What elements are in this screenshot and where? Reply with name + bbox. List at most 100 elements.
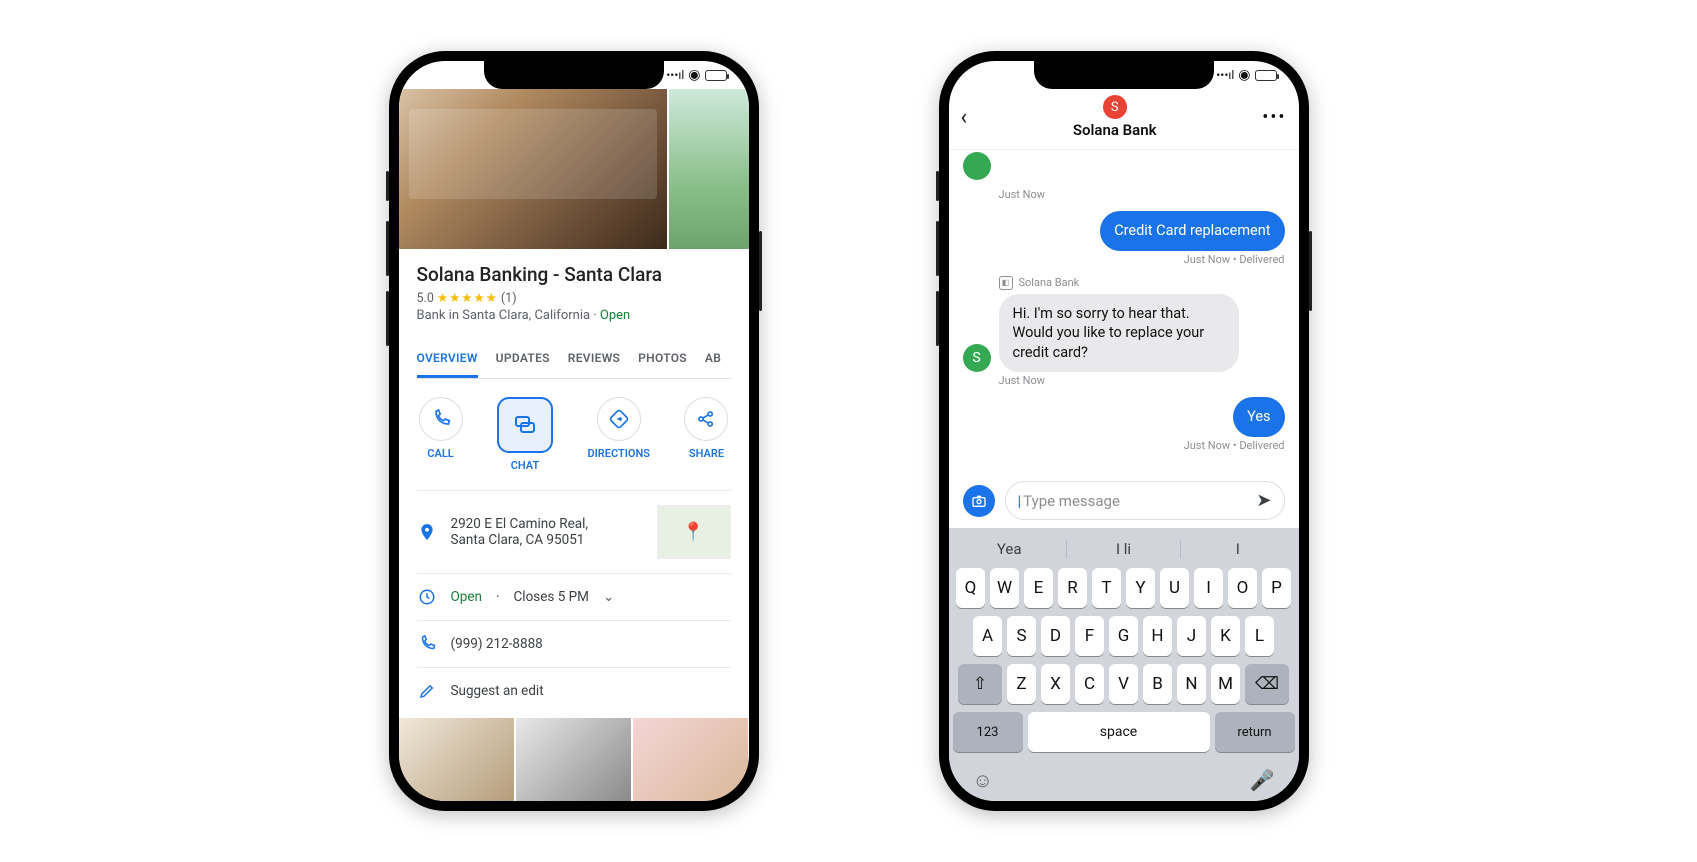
text-cursor: | bbox=[1018, 492, 1022, 510]
keyboard-row: QWERTYUIOP bbox=[953, 568, 1295, 608]
chat-thread[interactable]: Just Now Credit Card replacement Just No… bbox=[949, 150, 1299, 473]
share-icon bbox=[696, 409, 716, 429]
timestamp: Just Now • Delivered bbox=[963, 253, 1285, 266]
key-g[interactable]: G bbox=[1109, 616, 1138, 656]
tab-updates[interactable]: UPDATES bbox=[496, 341, 550, 378]
emoji-key[interactable]: ☺ bbox=[973, 768, 993, 793]
send-button[interactable]: ➤ bbox=[1256, 490, 1271, 511]
keyboard: Yea I li I QWERTYUIOP ASDFGHJKL ⇧ ZXCVBN… bbox=[949, 528, 1299, 801]
key-a[interactable]: A bbox=[973, 616, 1002, 656]
message-input[interactable]: | Type message ➤ bbox=[1005, 481, 1285, 520]
tab-reviews[interactable]: REVIEWS bbox=[568, 341, 620, 378]
space-key[interactable]: space bbox=[1028, 712, 1210, 752]
signal-icon: •••ıl bbox=[666, 68, 684, 82]
wifi-icon: ◉ bbox=[1238, 67, 1250, 83]
key-d[interactable]: D bbox=[1041, 616, 1070, 656]
key-j[interactable]: J bbox=[1177, 616, 1206, 656]
photo-thumb[interactable] bbox=[399, 718, 514, 801]
user-message: Yes bbox=[1233, 397, 1284, 437]
hero-main-photo[interactable] bbox=[399, 89, 667, 249]
keyboard-suggestions: Yea I li I bbox=[953, 534, 1295, 568]
timestamp: Just Now bbox=[963, 188, 1285, 201]
map-thumbnail[interactable] bbox=[657, 505, 731, 559]
key-t[interactable]: T bbox=[1092, 568, 1121, 608]
agent-message: Hi. I'm so sorry to hear that. Would you… bbox=[999, 294, 1239, 373]
phone-row[interactable]: (999) 212-8888 bbox=[417, 620, 731, 667]
pencil-icon bbox=[417, 682, 437, 700]
backspace-key[interactable]: ⌫ bbox=[1245, 664, 1289, 704]
more-button[interactable]: ••• bbox=[1262, 107, 1286, 128]
key-m[interactable]: M bbox=[1211, 664, 1240, 704]
bot-icon: ◧ bbox=[999, 276, 1013, 290]
key-l[interactable]: L bbox=[1245, 616, 1274, 656]
tab-overview[interactable]: OVERVIEW bbox=[417, 341, 478, 378]
key-c[interactable]: C bbox=[1075, 664, 1104, 704]
keyboard-row: ASDFGHJKL bbox=[953, 616, 1295, 656]
chat-title: Solana Bank bbox=[1073, 121, 1157, 139]
key-w[interactable]: W bbox=[990, 568, 1019, 608]
tab-photos[interactable]: PHOTOS bbox=[638, 341, 687, 378]
key-k[interactable]: K bbox=[1211, 616, 1240, 656]
key-x[interactable]: X bbox=[1041, 664, 1070, 704]
camera-button[interactable] bbox=[963, 485, 995, 517]
category-row: Bank in Santa Clara, California · Open bbox=[417, 308, 731, 323]
tab-about[interactable]: AB bbox=[705, 341, 721, 378]
key-n[interactable]: N bbox=[1177, 664, 1206, 704]
agent-label: ◧ Solana Bank bbox=[963, 276, 1285, 290]
dictation-key[interactable]: 🎤 bbox=[1250, 768, 1275, 793]
battery-icon bbox=[705, 70, 727, 81]
key-u[interactable]: U bbox=[1160, 568, 1189, 608]
photo-thumb[interactable] bbox=[516, 718, 631, 801]
phone-mockup-left: •••ıl ◉ Solana Banking - Santa Clara 5.0… bbox=[389, 51, 759, 811]
key-e[interactable]: E bbox=[1024, 568, 1053, 608]
chat-header: ‹ S Solana Bank ••• bbox=[949, 89, 1299, 150]
address-row[interactable]: 2920 E El Camino Real, Santa Clara, CA 9… bbox=[417, 490, 731, 573]
hero-side-photo[interactable] bbox=[669, 89, 749, 249]
user-message: Credit Card replacement bbox=[1100, 211, 1284, 251]
photo-thumb[interactable] bbox=[633, 718, 748, 801]
key-r[interactable]: R bbox=[1058, 568, 1087, 608]
key-v[interactable]: V bbox=[1109, 664, 1138, 704]
header-avatar[interactable]: S bbox=[1103, 95, 1127, 119]
clock-icon bbox=[417, 588, 437, 606]
signal-icon: •••ıl bbox=[1216, 68, 1234, 82]
key-b[interactable]: B bbox=[1143, 664, 1172, 704]
key-q[interactable]: Q bbox=[956, 568, 985, 608]
message-composer: | Type message ➤ bbox=[949, 473, 1299, 528]
call-button[interactable]: CALL bbox=[419, 397, 463, 472]
key-f[interactable]: F bbox=[1075, 616, 1104, 656]
key-s[interactable]: S bbox=[1007, 616, 1036, 656]
share-button[interactable]: SHARE bbox=[684, 397, 728, 472]
listing-tabs: OVERVIEW UPDATES REVIEWS PHOTOS AB bbox=[417, 341, 731, 379]
directions-icon bbox=[609, 409, 629, 429]
back-button[interactable]: ‹ bbox=[961, 105, 968, 130]
key-o[interactable]: O bbox=[1228, 568, 1257, 608]
chevron-down-icon: ⌄ bbox=[603, 589, 614, 605]
key-i[interactable]: I bbox=[1194, 568, 1223, 608]
pin-icon bbox=[417, 523, 437, 541]
suggestion[interactable]: I li bbox=[1067, 540, 1181, 558]
keyboard-row: ⇧ ZXCVBNM ⌫ bbox=[953, 664, 1295, 704]
key-h[interactable]: H bbox=[1143, 616, 1172, 656]
suggestion[interactable]: I bbox=[1181, 540, 1294, 558]
rating-row[interactable]: 5.0 ★★★★★ (1) bbox=[417, 290, 731, 306]
suggest-edit-row[interactable]: Suggest an edit bbox=[417, 667, 731, 714]
timestamp: Just Now bbox=[963, 374, 1285, 387]
business-title: Solana Banking - Santa Clara bbox=[417, 263, 731, 286]
photo-strip[interactable] bbox=[399, 718, 749, 801]
phone-mockup-right: •••ıl ◉ ‹ S Solana Bank ••• Just Now Cre… bbox=[939, 51, 1309, 811]
star-icon: ★★★★★ bbox=[437, 290, 498, 306]
hero-photos[interactable] bbox=[399, 89, 749, 249]
numeric-key[interactable]: 123 bbox=[953, 712, 1023, 752]
chat-button[interactable]: CHAT bbox=[497, 397, 553, 472]
key-p[interactable]: P bbox=[1262, 568, 1291, 608]
return-key[interactable]: return bbox=[1215, 712, 1295, 752]
hours-row[interactable]: Open · Closes 5 PM ⌄ bbox=[417, 573, 731, 620]
suggestion[interactable]: Yea bbox=[953, 540, 1067, 558]
shift-key[interactable]: ⇧ bbox=[958, 664, 1002, 704]
key-y[interactable]: Y bbox=[1126, 568, 1155, 608]
agent-avatar bbox=[963, 152, 991, 180]
directions-button[interactable]: DIRECTIONS bbox=[587, 397, 650, 472]
key-z[interactable]: Z bbox=[1007, 664, 1036, 704]
timestamp: Just Now • Delivered bbox=[963, 439, 1285, 452]
